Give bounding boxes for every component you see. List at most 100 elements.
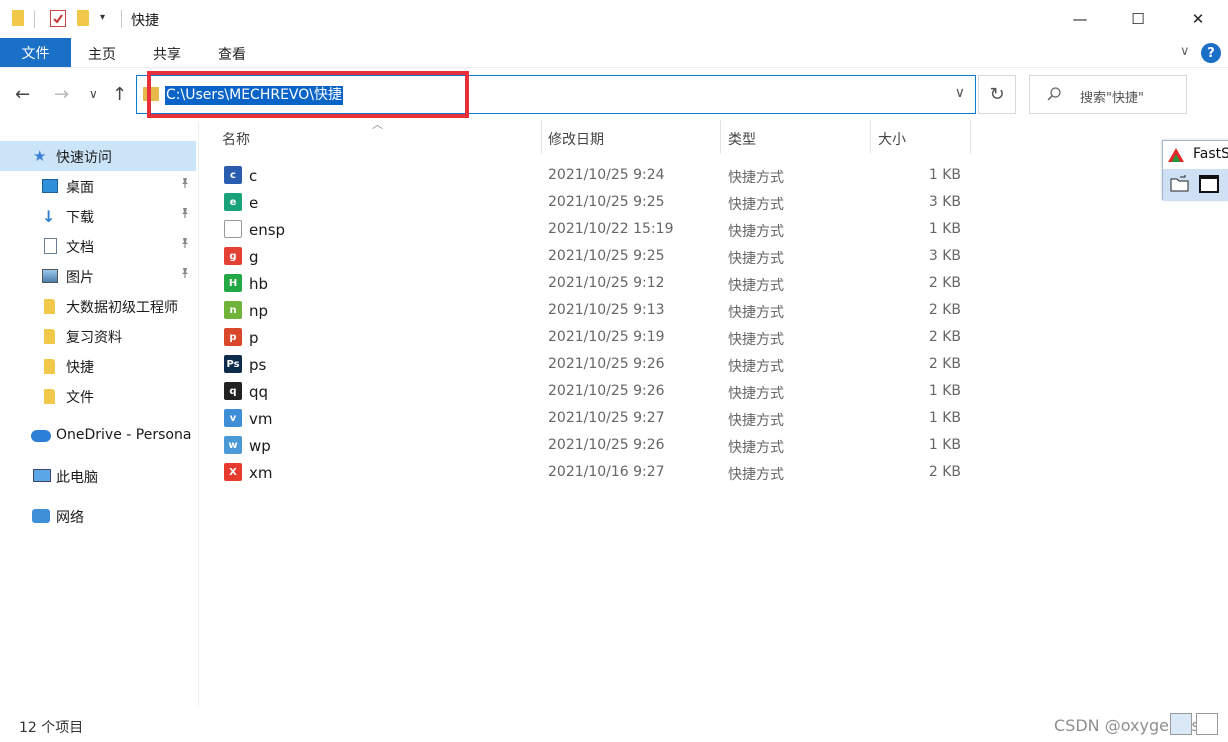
column-divider[interactable] <box>870 120 871 154</box>
sidebar-item-documents[interactable]: 文档 <box>0 231 196 261</box>
pin-icon[interactable] <box>179 237 191 252</box>
file-name: ensp <box>249 221 286 239</box>
file-row[interactable]: Xxm 2021/10/16 9:27 快捷方式 2 KB <box>218 459 978 486</box>
file-name: vm <box>249 410 273 428</box>
sidebar-item-quick-access[interactable]: ★ 快速访问 <box>0 141 196 171</box>
pin-icon[interactable] <box>179 267 191 282</box>
chevron-down-icon[interactable]: ∨ <box>955 85 965 101</box>
column-header-name[interactable]: 名称 <box>222 129 250 161</box>
maximize-button[interactable]: ☐ <box>1108 0 1168 38</box>
file-modified-date: 2021/10/16 9:27 <box>548 464 665 480</box>
file-row[interactable]: g g 2021/10/25 9:25 快捷方式 3 KB <box>218 243 978 270</box>
file-modified-date: 2021/10/25 9:24 <box>548 167 665 183</box>
file-size: 2 KB <box>928 464 961 480</box>
customize-quick-access-icon[interactable]: ▾ <box>100 12 105 23</box>
close-button[interactable]: ✕ <box>1168 0 1228 38</box>
file-size: 2 KB <box>928 275 961 291</box>
app-logo-icon <box>1168 148 1184 162</box>
new-folder-icon[interactable] <box>77 10 89 26</box>
file-size: 1 KB <box>928 167 961 183</box>
sidebar-item-network[interactable]: 网络 <box>0 501 196 531</box>
tab-share[interactable]: 共享 <box>153 44 181 64</box>
network-icon <box>32 509 50 523</box>
up-button[interactable]: ↑ <box>112 84 127 105</box>
folder-icon <box>44 359 55 374</box>
sidebar-item-downloads[interactable]: ↓ 下载 <box>0 201 196 231</box>
file-row[interactable]: Ps ps 2021/10/25 9:26 快捷方式 2 KB <box>218 351 978 378</box>
column-header-date[interactable]: 修改日期 <box>548 129 604 161</box>
file-name: xm <box>249 464 273 482</box>
sidebar-item-folder-shortcuts[interactable]: 快捷 <box>0 351 196 381</box>
column-divider[interactable] <box>970 120 971 154</box>
file-row[interactable]: w wp 2021/10/25 9:26 快捷方式 1 KB <box>218 432 978 459</box>
shortcut-icon: w <box>224 436 242 454</box>
sidebar-item-onedrive[interactable]: OneDrive - Persona <box>0 421 196 451</box>
search-box[interactable]: 搜索"快捷" <box>1029 75 1187 114</box>
tab-home[interactable]: 主页 <box>88 44 116 64</box>
large-icons-view-button[interactable] <box>1196 713 1218 735</box>
refresh-button[interactable]: ↻ <box>978 75 1016 114</box>
file-size: 3 KB <box>928 248 961 264</box>
sidebar-item-folder-files[interactable]: 文件 <box>0 381 196 411</box>
file-type: 快捷方式 <box>728 386 784 402</box>
file-type: 快捷方式 <box>728 467 784 483</box>
annotation-highlight-box <box>147 71 469 118</box>
properties-icon[interactable] <box>50 10 66 27</box>
shortcut-icon: X <box>224 463 242 481</box>
folder-icon <box>44 389 55 404</box>
pin-icon[interactable] <box>179 177 191 192</box>
forward-button[interactable]: → <box>54 84 69 105</box>
file-row[interactable]: Hhb 2021/10/25 9:12 快捷方式 2 KB <box>218 270 978 297</box>
file-type: 快捷方式 <box>728 359 784 375</box>
file-type: 快捷方式 <box>728 197 784 213</box>
floating-capture-toolbar[interactable]: FastS <box>1162 140 1228 201</box>
minimize-button[interactable]: — <box>1050 0 1110 38</box>
sidebar-item-pictures[interactable]: 图片 <box>0 261 196 291</box>
tab-view[interactable]: 查看 <box>218 44 246 64</box>
file-row[interactable]: p p 2021/10/25 9:19 快捷方式 2 KB <box>218 324 978 351</box>
column-divider[interactable] <box>541 120 542 154</box>
sidebar-item-label: 图片 <box>66 270 94 286</box>
download-icon: ↓ <box>42 207 56 226</box>
shortcut-icon: H <box>224 274 242 292</box>
file-modified-date: 2021/10/25 9:27 <box>548 410 665 426</box>
sidebar-item-folder-bigdata[interactable]: 大数据初级工程师 <box>0 291 196 321</box>
file-row[interactable]: v vm 2021/10/25 9:27 快捷方式 1 KB <box>218 405 978 432</box>
file-size: 2 KB <box>928 329 961 345</box>
sidebar-item-label: 快速访问 <box>56 150 112 166</box>
open-folder-icon[interactable] <box>1170 175 1190 193</box>
file-row[interactable]: ensp 2021/10/22 15:19 快捷方式 1 KB <box>218 216 978 243</box>
shortcut-icon: Ps <box>224 355 242 373</box>
sidebar-item-label: 文档 <box>66 240 94 256</box>
help-button[interactable]: ? <box>1201 43 1221 63</box>
column-header-size[interactable]: 大小 <box>878 129 906 161</box>
expand-ribbon-button[interactable]: ∨ <box>1180 44 1190 59</box>
file-row[interactable]: e e 2021/10/25 9:25 快捷方式 3 KB <box>218 189 978 216</box>
tab-file[interactable]: 文件 <box>0 38 71 67</box>
sidebar-item-folder-review[interactable]: 复习资料 <box>0 321 196 351</box>
sidebar-item-label: 此电脑 <box>56 470 98 486</box>
file-name: ps <box>249 356 267 374</box>
file-name: hb <box>249 275 269 293</box>
pane-splitter[interactable] <box>198 122 199 707</box>
file-row[interactable]: c c 2021/10/25 9:24 快捷方式 1 KB <box>218 162 978 189</box>
column-header-type[interactable]: 类型 <box>728 129 756 161</box>
sidebar-item-this-pc[interactable]: 此电脑 <box>0 461 196 491</box>
file-row[interactable]: q qq 2021/10/25 9:26 快捷方式 1 KB <box>218 378 978 405</box>
computer-icon <box>33 469 51 482</box>
recent-locations-button[interactable]: ∨ <box>89 87 98 101</box>
file-row[interactable]: n np 2021/10/25 9:13 快捷方式 2 KB <box>218 297 978 324</box>
search-input[interactable]: 搜索"快捷" <box>1080 87 1144 106</box>
window-capture-icon[interactable] <box>1199 175 1219 193</box>
details-view-button[interactable] <box>1170 713 1192 735</box>
sidebar-item-label: 复习资料 <box>66 330 122 346</box>
floating-toolbar-titlebar[interactable]: FastS <box>1163 141 1228 169</box>
sidebar-item-desktop[interactable]: 桌面 <box>0 171 196 201</box>
back-button[interactable]: ← <box>15 84 30 105</box>
column-divider[interactable] <box>720 120 721 154</box>
navigation-pane: ★ 快速访问 桌面 ↓ 下载 文档 图片 大数据初级工程师 复习资料 快捷 文件… <box>0 122 198 707</box>
file-modified-date: 2021/10/25 9:13 <box>548 302 665 318</box>
file-size: 2 KB <box>928 356 961 372</box>
pin-icon[interactable] <box>179 207 191 222</box>
folder-icon <box>44 329 55 344</box>
